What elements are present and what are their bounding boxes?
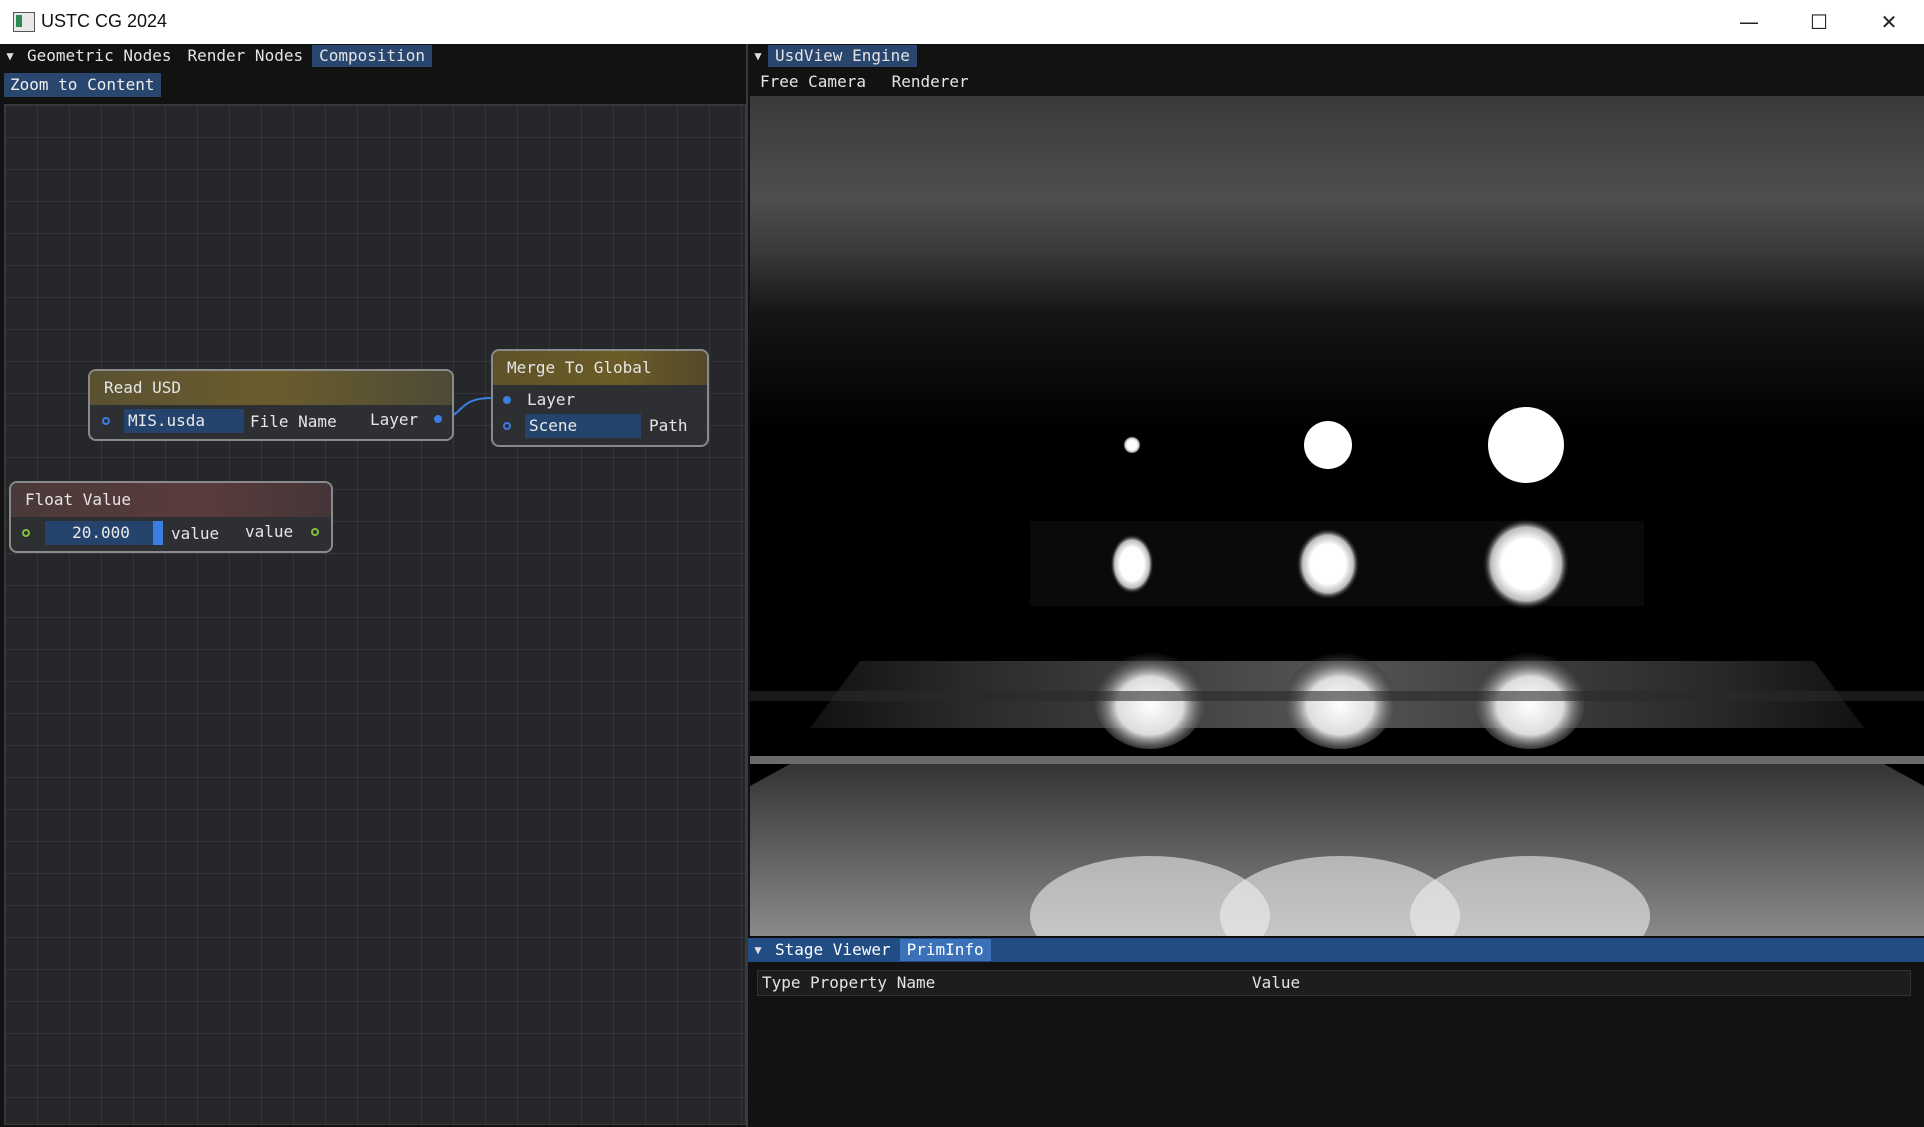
close-icon[interactable]: ✕ xyxy=(1854,0,1924,44)
stage-viewer-panel: ▼ Stage Viewer PrimInfo Type Property Na… xyxy=(748,938,1924,1127)
value-output-pin[interactable] xyxy=(311,528,319,536)
file-name-field[interactable]: MIS.usda xyxy=(124,409,244,433)
layer-output-label: Layer xyxy=(370,410,419,429)
path-label: Path xyxy=(649,416,688,435)
column-type: Type xyxy=(762,973,801,992)
tab-stage-viewer[interactable]: Stage Viewer xyxy=(768,939,898,961)
float-node-title: Float Value xyxy=(11,483,331,517)
node-editor-tabbar: ▼ Geometric Nodes Render Nodes Compositi… xyxy=(0,44,748,68)
value-output-label: value xyxy=(245,522,294,541)
value-input-label: value xyxy=(171,524,220,543)
render-viewport[interactable] xyxy=(750,96,1924,936)
read-usd-node[interactable]: Read USD MIS.usda File Name Layer xyxy=(88,369,454,441)
float-value-node[interactable]: Float Value 20.000 value value xyxy=(9,481,333,553)
layer-input-label: Layer xyxy=(527,390,576,409)
rendered-scene-image xyxy=(750,96,1924,936)
value-slider[interactable]: 20.000 xyxy=(45,521,157,545)
collapse-triangle-icon[interactable]: ▼ xyxy=(0,49,20,63)
stage-tabbar: ▼ Stage Viewer PrimInfo xyxy=(748,938,1924,962)
file-name-label: File Name xyxy=(250,412,337,431)
viewport-menu: Free Camera Renderer xyxy=(748,70,1924,94)
tab-usdview-engine[interactable]: UsdView Engine xyxy=(768,45,917,67)
column-value: Value xyxy=(1252,973,1301,992)
collapse-triangle-icon[interactable]: ▼ xyxy=(748,943,768,957)
window-titlebar: USTC CG 2024 — ☐ ✕ xyxy=(0,0,1924,44)
tab-priminfo[interactable]: PrimInfo xyxy=(899,939,991,961)
layer-input-pin[interactable] xyxy=(503,396,511,404)
node-link xyxy=(436,397,492,420)
path-input-pin[interactable] xyxy=(503,422,511,430)
priminfo-table-header: Type Property Name Value xyxy=(757,970,1911,996)
menu-renderer[interactable]: Renderer xyxy=(892,72,969,91)
window-title: USTC CG 2024 xyxy=(41,11,168,31)
node-canvas[interactable]: Read USD MIS.usda File Name Layer Merge … xyxy=(4,104,746,1125)
zoom-to-content-button[interactable]: Zoom to Content xyxy=(4,73,161,97)
maximize-icon[interactable]: ☐ xyxy=(1784,0,1854,44)
app-window-icon xyxy=(13,12,35,32)
value-input-pin[interactable] xyxy=(22,529,30,537)
column-property-name: Property Name xyxy=(810,973,936,992)
usdview-tabbar: ▼ UsdView Engine xyxy=(748,44,1924,68)
file-name-input-pin[interactable] xyxy=(102,417,110,425)
minimize-icon[interactable]: — xyxy=(1714,0,1784,44)
read-usd-node-title: Read USD xyxy=(90,371,452,405)
menu-free-camera[interactable]: Free Camera xyxy=(760,72,866,91)
merge-to-global-node[interactable]: Merge To Global Layer Scene Path xyxy=(491,349,709,447)
layer-output-pin[interactable] xyxy=(434,415,442,423)
collapse-triangle-icon[interactable]: ▼ xyxy=(748,49,768,63)
tab-composition[interactable]: Composition xyxy=(312,45,433,67)
node-editor-panel: ▼ Geometric Nodes Render Nodes Compositi… xyxy=(0,44,748,1127)
merge-node-title: Merge To Global xyxy=(493,351,707,385)
path-field[interactable]: Scene xyxy=(525,414,641,438)
tab-render-nodes[interactable]: Render Nodes xyxy=(181,45,311,67)
tab-geometric-nodes[interactable]: Geometric Nodes xyxy=(20,45,179,67)
usdview-panel: ▼ UsdView Engine Free Camera Renderer xyxy=(748,44,1924,936)
slider-grab-handle[interactable] xyxy=(153,521,163,545)
